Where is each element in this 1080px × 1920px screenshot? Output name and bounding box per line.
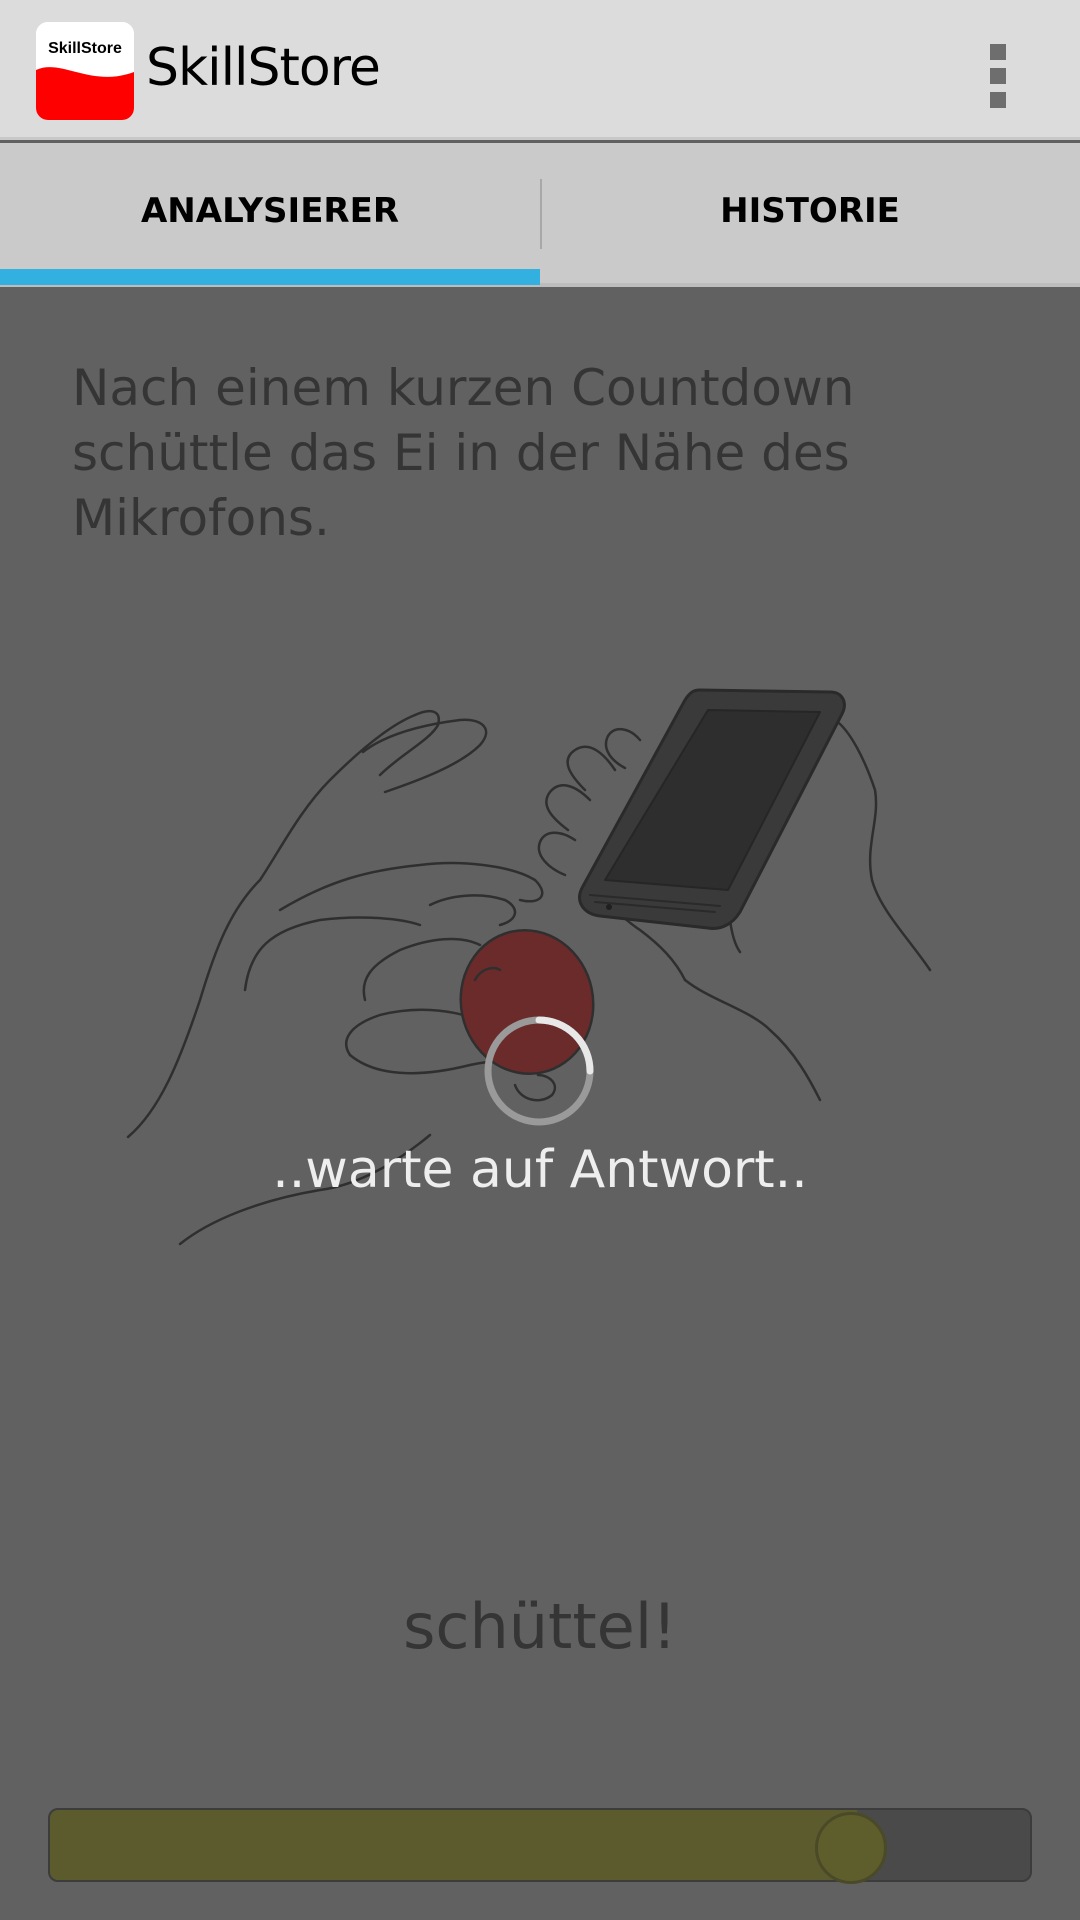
loading-spinner-icon: [484, 1016, 594, 1126]
shake-level-fill: [50, 1810, 857, 1880]
action-bar: SkillStore SkillStore: [0, 0, 1080, 140]
app-title: SkillStore: [146, 38, 381, 98]
tab-label: ANALYSIERER: [140, 191, 400, 231]
shake-level-knob: [815, 1812, 887, 1884]
tab-label: HISTORIE: [720, 191, 900, 231]
shake-prompt: schüttel!: [403, 1590, 677, 1663]
tab-bar: ANALYSIERER HISTORIE: [0, 143, 1080, 287]
skillstore-logo-icon: SkillStore: [36, 22, 134, 120]
overflow-menu-icon[interactable]: [986, 40, 1010, 108]
app-icon-label: SkillStore: [48, 40, 122, 57]
tab-analysierer[interactable]: ANALYSIERER: [0, 143, 540, 283]
selected-tab-indicator: [0, 269, 540, 285]
tab-historie[interactable]: HISTORIE: [540, 143, 1080, 283]
loading-text: ..warte auf Antwort..: [272, 1140, 808, 1200]
instruction-text: Nach einem kurzen Countdown schüttle das…: [72, 359, 855, 547]
